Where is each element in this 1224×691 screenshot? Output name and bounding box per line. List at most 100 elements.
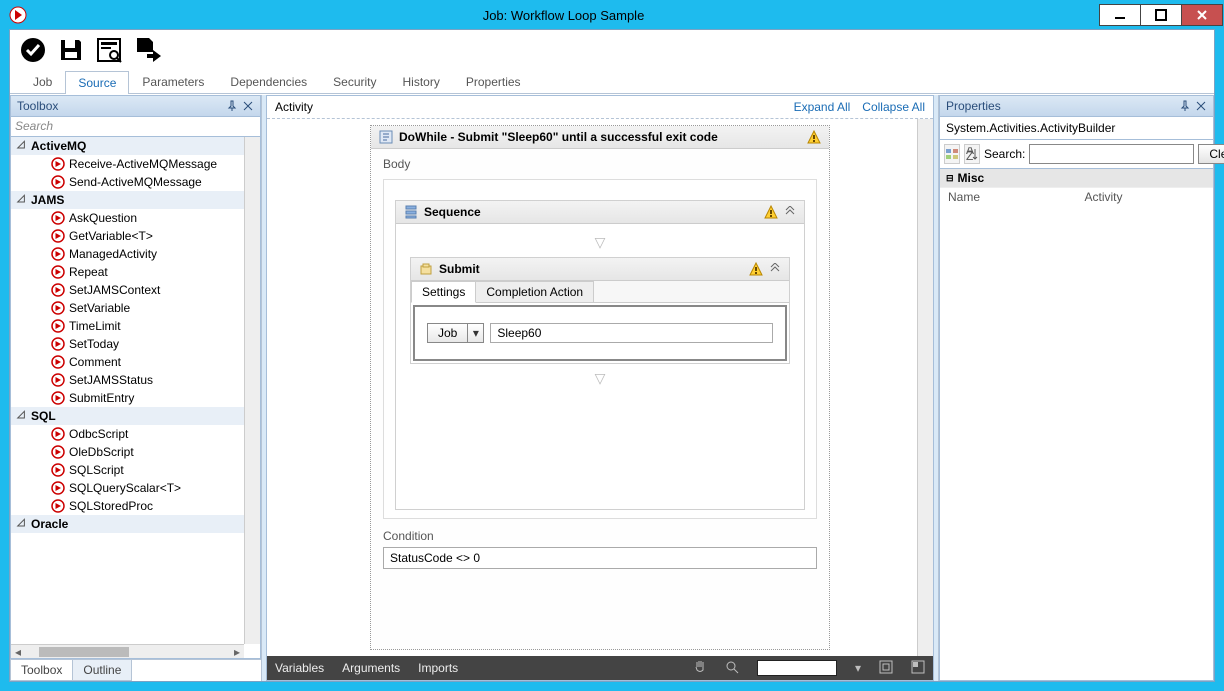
vertical-scrollbar[interactable] — [244, 137, 260, 644]
fit-icon[interactable] — [879, 660, 893, 677]
dowhile-activity[interactable]: DoWhile - Submit "Sleep60" until a succe… — [370, 125, 830, 650]
activity-icon — [51, 427, 65, 441]
clear-button[interactable]: Clear — [1198, 144, 1224, 164]
dowhile-title: DoWhile - Submit "Sleep60" until a succe… — [399, 130, 718, 144]
chevron-down-icon[interactable]: ▾ — [855, 661, 861, 675]
properties-panel: Properties System.Activities.ActivityBui… — [938, 95, 1214, 681]
tab-source[interactable]: Source — [65, 71, 129, 94]
expand-all-link[interactable]: Expand All — [794, 100, 851, 114]
toolbox-search-input[interactable]: Search — [10, 117, 261, 137]
tab-dependencies[interactable]: Dependencies — [217, 70, 320, 93]
toolbox-item[interactable]: AskQuestion — [11, 209, 244, 227]
collapse-all-link[interactable]: Collapse All — [862, 100, 925, 114]
pan-icon[interactable] — [693, 660, 707, 677]
sort-button[interactable]: AZ — [964, 144, 980, 164]
toolbox-item[interactable]: SubmitEntry — [11, 389, 244, 407]
submit-tab-completion[interactable]: Completion Action — [475, 281, 594, 302]
toolbox-item-label: SetVariable — [69, 301, 130, 315]
titlebar: Job: Workflow Loop Sample — [1, 1, 1223, 29]
properties-search-input[interactable] — [1029, 144, 1194, 164]
overview-icon[interactable] — [911, 660, 925, 677]
toolbox-item-label: Receive-ActiveMQMessage — [69, 157, 217, 171]
categorize-button[interactable] — [944, 144, 960, 164]
activity-icon — [51, 355, 65, 369]
pin-icon[interactable] — [1179, 100, 1191, 112]
tab-history[interactable]: History — [390, 70, 453, 93]
pin-icon[interactable] — [226, 100, 238, 112]
toolbox-item[interactable]: Receive-ActiveMQMessage — [11, 155, 244, 173]
submit-tab-settings[interactable]: Settings — [411, 281, 476, 303]
toolbox-category[interactable]: SQL — [11, 407, 244, 425]
toolbox-category[interactable]: Oracle — [11, 515, 244, 533]
toolbox-item[interactable]: Comment — [11, 353, 244, 371]
properties-title: Properties — [946, 99, 1001, 113]
maximize-button[interactable] — [1140, 4, 1182, 26]
submit-activity[interactable]: Submit Settings Completion Action — [410, 257, 790, 364]
commit-button[interactable] — [18, 35, 48, 65]
activity-icon — [51, 373, 65, 387]
activity-icon — [51, 283, 65, 297]
toolbox-item[interactable]: Send-ActiveMQMessage — [11, 173, 244, 191]
job-type-combo[interactable]: Job ▾ — [427, 323, 484, 343]
close-button[interactable] — [1181, 4, 1223, 26]
collapse-icon[interactable] — [769, 263, 781, 275]
export-button[interactable] — [132, 35, 162, 65]
tab-security[interactable]: Security — [320, 70, 389, 93]
zoom-icon[interactable] — [725, 660, 739, 677]
toolbox-item-label: TimeLimit — [69, 319, 121, 333]
toolbox-tree[interactable]: ActiveMQ Receive-ActiveMQMessage Send-Acti… — [11, 137, 244, 644]
vertical-scrollbar[interactable] — [917, 119, 933, 656]
preview-button[interactable] — [94, 35, 124, 65]
toolbox-item-label: OdbcScript — [69, 427, 128, 441]
tab-parameters[interactable]: Parameters — [129, 70, 217, 93]
warning-icon — [807, 130, 821, 144]
footer-variables[interactable]: Variables — [275, 661, 324, 675]
collapse-icon[interactable] — [784, 206, 796, 218]
toolbox-item[interactable]: ManagedActivity — [11, 245, 244, 263]
toolbox-item-label: AskQuestion — [69, 211, 137, 225]
footer-arguments[interactable]: Arguments — [342, 661, 400, 675]
footer-imports[interactable]: Imports — [418, 661, 458, 675]
toolbox-item-label: SQLStoredProc — [69, 499, 153, 513]
close-icon[interactable] — [242, 100, 254, 112]
tab-job[interactable]: Job — [20, 70, 65, 93]
tab-properties[interactable]: Properties — [453, 70, 534, 93]
toolbox-item[interactable]: SetVariable — [11, 299, 244, 317]
bottom-tab-toolbox[interactable]: Toolbox — [10, 660, 73, 681]
property-value[interactable]: Activity — [1077, 188, 1214, 206]
bottom-tab-outline[interactable]: Outline — [72, 660, 132, 681]
chevron-down-icon[interactable]: ▾ — [467, 324, 483, 342]
warning-icon — [764, 205, 778, 219]
toolbox-item[interactable]: GetVariable<T> — [11, 227, 244, 245]
close-icon[interactable] — [1195, 100, 1207, 112]
misc-category: Misc — [958, 171, 985, 185]
sequence-activity[interactable]: Sequence ▽ — [395, 200, 805, 510]
toolbox-category[interactable]: ActiveMQ — [11, 137, 244, 155]
toolbox-item[interactable]: SetJAMSContext — [11, 281, 244, 299]
toolbox-item[interactable]: SQLScript — [11, 461, 244, 479]
horizontal-scrollbar[interactable]: ◂▸ — [11, 644, 244, 658]
expand-icon[interactable]: ⊟ — [946, 173, 954, 184]
toolbox-panel: Toolbox Search ActiveMQ Receive-ActiveMQM… — [10, 95, 262, 681]
toolbox-item[interactable]: OleDbScript — [11, 443, 244, 461]
toolbox-item[interactable]: TimeLimit — [11, 317, 244, 335]
activity-icon — [51, 481, 65, 495]
save-button[interactable] — [56, 35, 86, 65]
dowhile-icon — [379, 130, 393, 144]
condition-input[interactable]: StatusCode <> 0 — [383, 547, 817, 569]
body-label: Body — [371, 149, 829, 175]
window-title: Job: Workflow Loop Sample — [27, 8, 1100, 23]
zoom-input[interactable] — [757, 660, 837, 676]
toolbox-item[interactable]: Repeat — [11, 263, 244, 281]
breadcrumb[interactable]: Activity — [275, 100, 313, 114]
toolbox-item[interactable]: SetJAMSStatus — [11, 371, 244, 389]
job-name-input[interactable]: Sleep60 — [490, 323, 773, 343]
toolbox-item[interactable]: OdbcScript — [11, 425, 244, 443]
toolbox-item[interactable]: SQLStoredProc — [11, 497, 244, 515]
property-grid[interactable]: ⊟Misc Name Activity — [939, 169, 1214, 681]
toolbox-category[interactable]: JAMS — [11, 191, 244, 209]
toolbox-item[interactable]: SetToday — [11, 335, 244, 353]
toolbox-item[interactable]: SQLQueryScalar<T> — [11, 479, 244, 497]
designer-surface[interactable]: DoWhile - Submit "Sleep60" until a succe… — [267, 119, 933, 656]
minimize-button[interactable] — [1099, 4, 1141, 26]
